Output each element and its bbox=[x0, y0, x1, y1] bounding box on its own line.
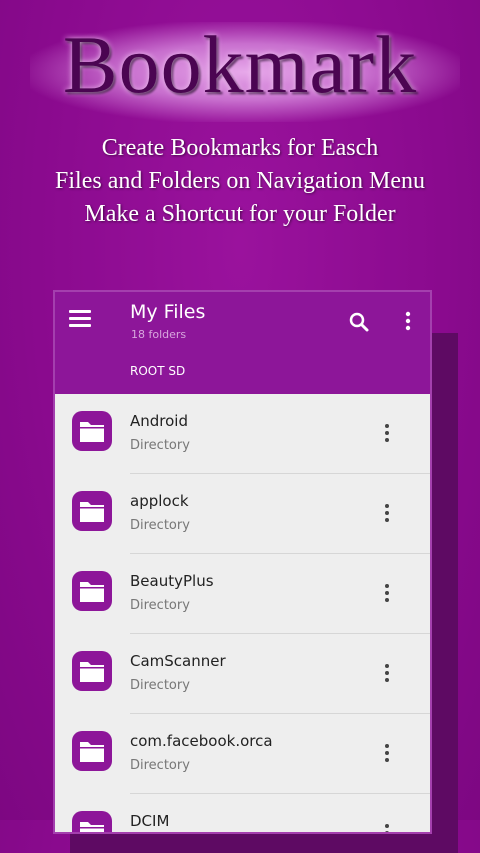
item-more-icon[interactable] bbox=[382, 581, 392, 605]
file-name: applock bbox=[130, 492, 189, 510]
promo-line-2: Files and Folders on Navigation Menu bbox=[55, 168, 425, 194]
list-item[interactable]: BeautyPlus Directory bbox=[55, 554, 430, 634]
app-bar: My Files 18 folders ROOT SD bbox=[55, 292, 430, 394]
file-list: Android Directory applock Directory Beau… bbox=[55, 394, 430, 832]
file-type: Directory bbox=[130, 758, 190, 773]
list-item[interactable]: com.facebook.orca Directory bbox=[55, 714, 430, 794]
file-type: Directory bbox=[130, 438, 190, 453]
file-type: Directory bbox=[130, 678, 190, 693]
list-item[interactable]: DCIM Directory bbox=[55, 794, 430, 832]
item-more-icon[interactable] bbox=[382, 741, 392, 765]
folder-icon bbox=[72, 411, 112, 451]
folder-icon bbox=[72, 651, 112, 691]
phone-screen: My Files 18 folders ROOT SD Android Dire… bbox=[55, 292, 430, 832]
list-item[interactable]: CamScanner Directory bbox=[55, 634, 430, 714]
file-type: Directory bbox=[130, 598, 190, 613]
folder-count: 18 folders bbox=[131, 328, 187, 341]
promo-line-1: Create Bookmarks for Easch bbox=[101, 135, 379, 161]
more-vert-icon[interactable] bbox=[402, 310, 414, 334]
file-name: DCIM bbox=[130, 812, 170, 830]
folder-icon bbox=[72, 491, 112, 531]
file-name: CamScanner bbox=[130, 652, 226, 670]
folder-icon bbox=[72, 571, 112, 611]
item-more-icon[interactable] bbox=[382, 501, 392, 525]
item-more-icon[interactable] bbox=[382, 661, 392, 685]
file-type: Directory bbox=[130, 518, 190, 533]
item-more-icon[interactable] bbox=[382, 821, 392, 832]
item-more-icon[interactable] bbox=[382, 421, 392, 445]
search-icon[interactable] bbox=[347, 310, 371, 334]
list-item[interactable]: applock Directory bbox=[55, 474, 430, 554]
promo-line-3: Make a Shortcut for your Folder bbox=[84, 201, 396, 227]
menu-icon[interactable] bbox=[69, 310, 91, 328]
list-item[interactable]: Android Directory bbox=[55, 394, 430, 474]
app-title: My Files bbox=[130, 301, 206, 323]
promo-title: Bookmark bbox=[62, 19, 418, 110]
path-breadcrumb[interactable]: ROOT SD bbox=[130, 364, 185, 378]
folder-icon bbox=[72, 811, 112, 832]
file-name: com.facebook.orca bbox=[130, 732, 273, 750]
file-name: BeautyPlus bbox=[130, 572, 214, 590]
file-name: Android bbox=[130, 412, 188, 430]
folder-icon bbox=[72, 731, 112, 771]
